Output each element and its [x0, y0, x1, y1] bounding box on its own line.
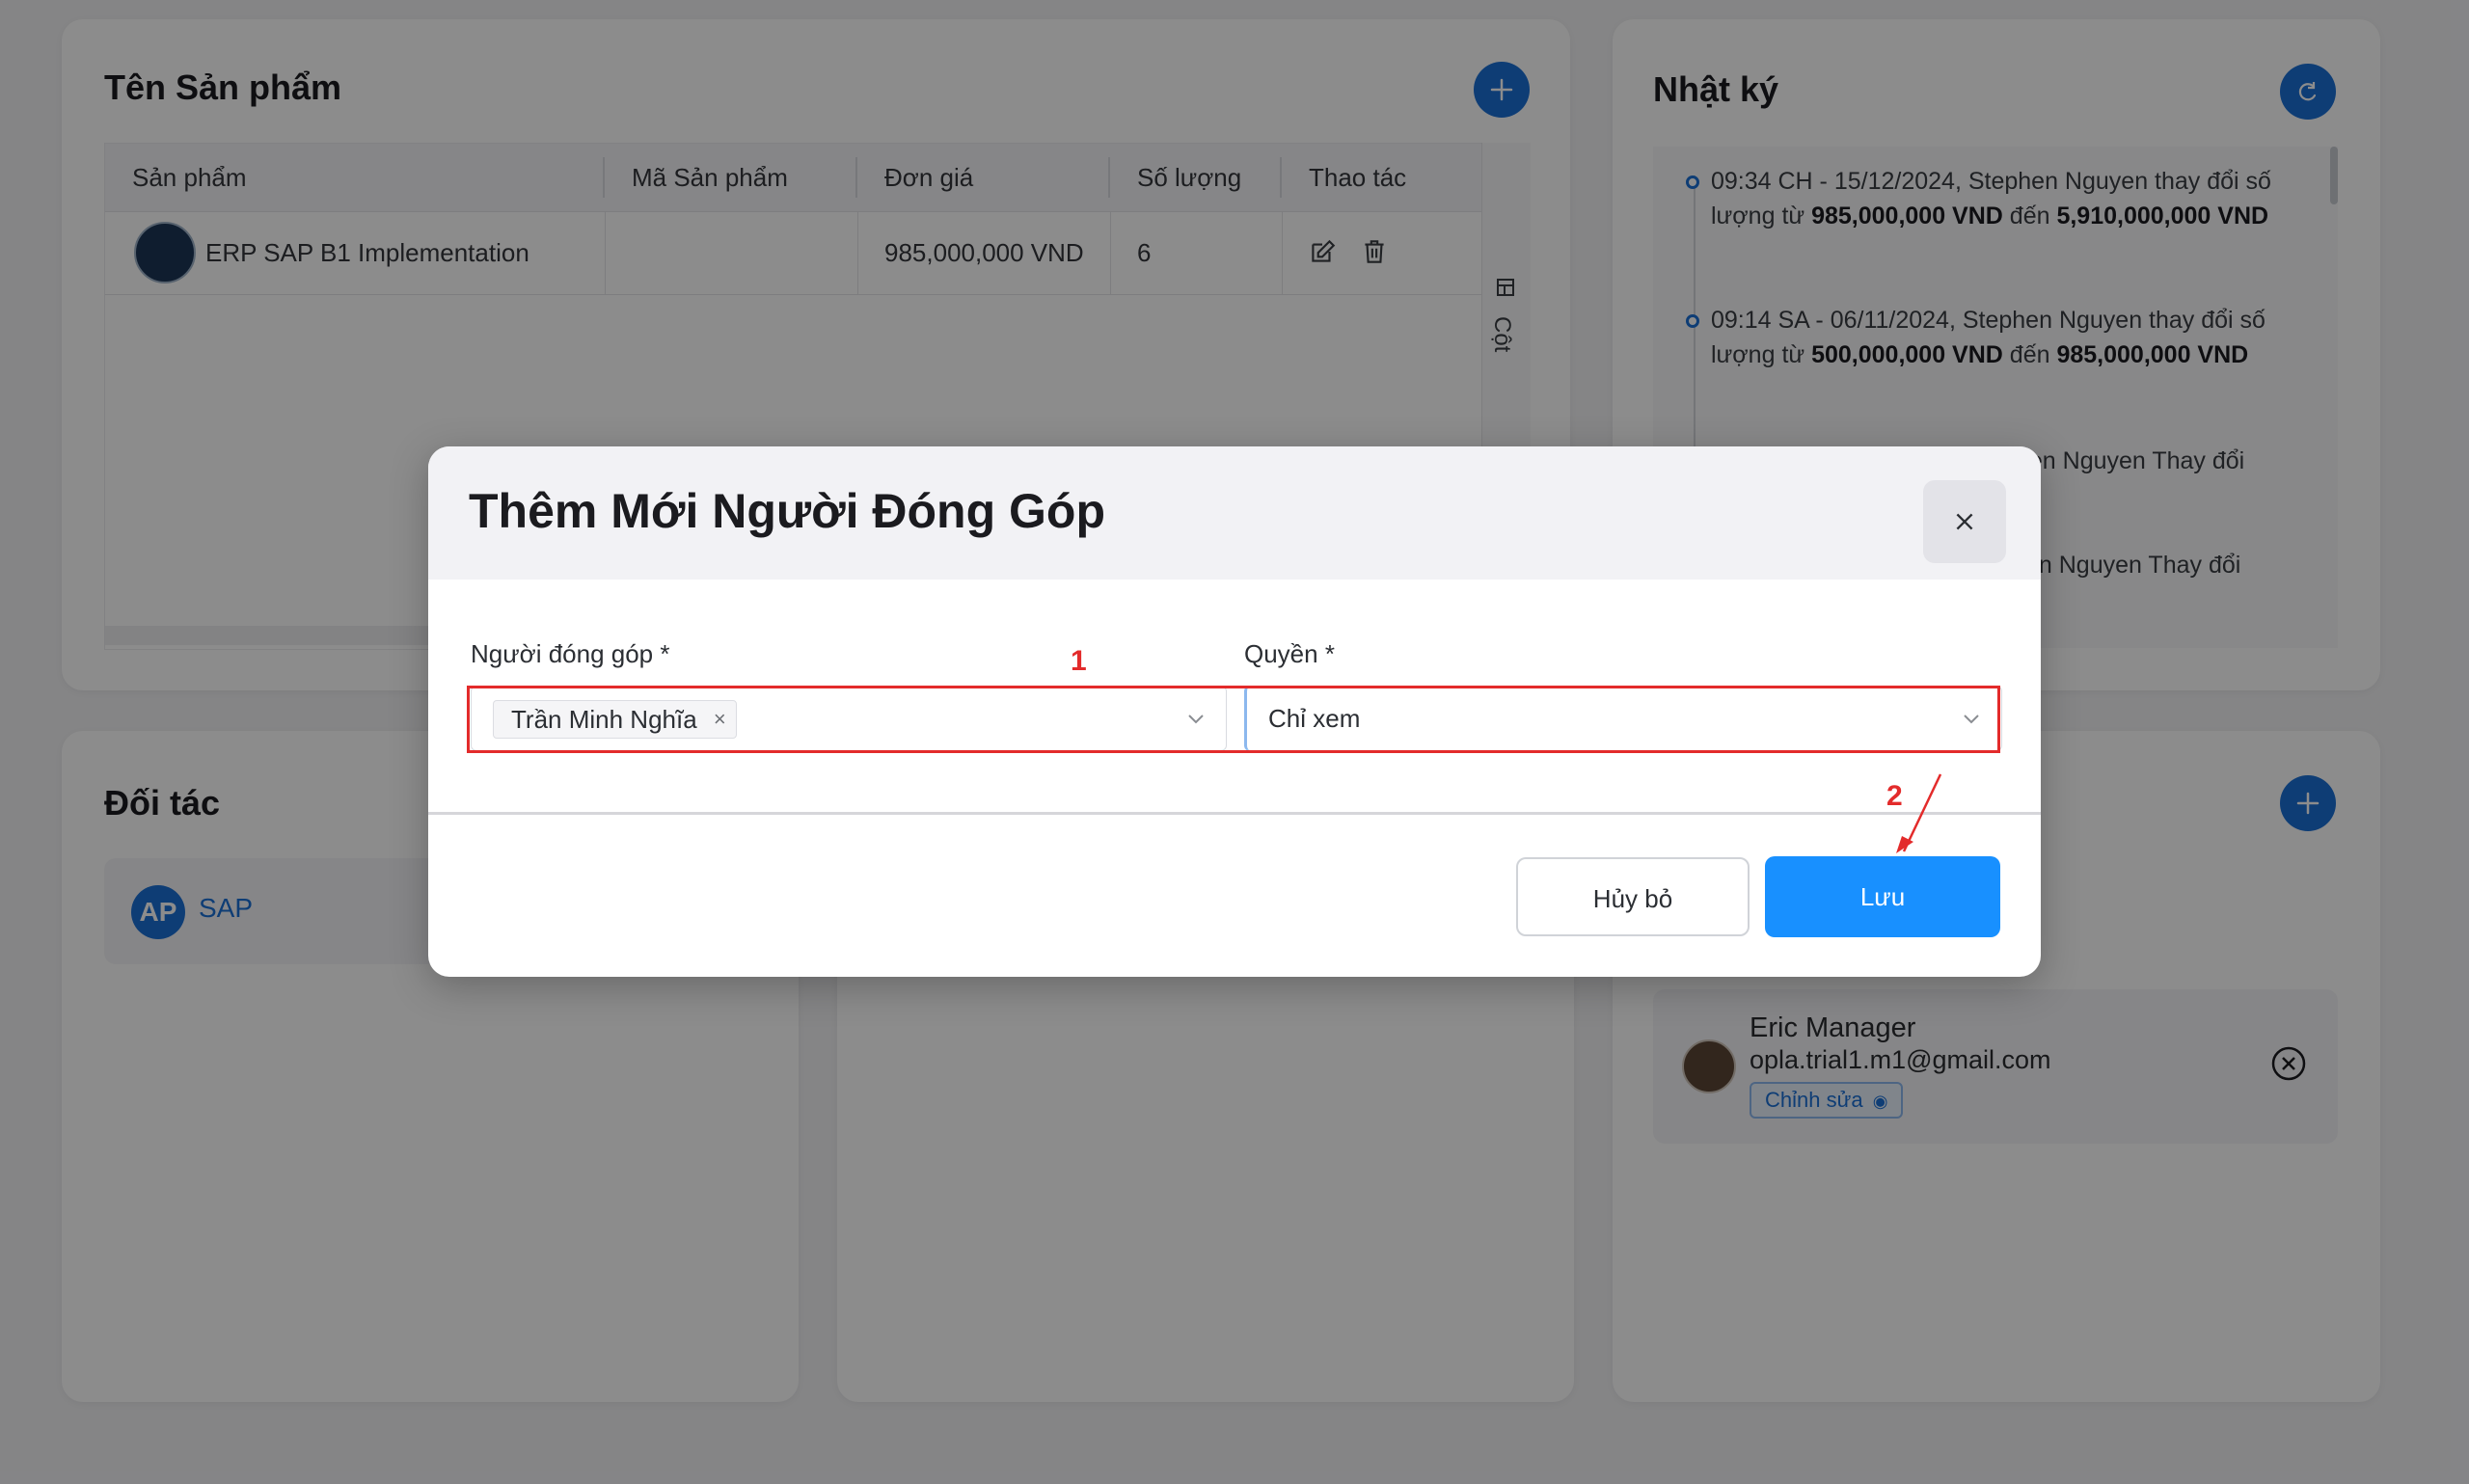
annotation-step-1: 1 — [1071, 645, 1087, 677]
save-button[interactable]: Lưu — [1765, 856, 2000, 937]
add-contributor-dialog: Thêm Mới Người Đóng Góp Người đóng góp *… — [428, 446, 2041, 977]
close-button[interactable] — [1923, 480, 2006, 563]
close-icon — [1956, 513, 1973, 530]
permission-field-label: Quyền * — [1244, 639, 1335, 668]
dialog-divider — [428, 812, 2041, 815]
annotation-highlight-box — [467, 686, 2000, 753]
contributor-field-label: Người đóng góp * — [471, 639, 670, 668]
cancel-button[interactable]: Hủy bỏ — [1516, 857, 1750, 936]
dialog-title: Thêm Mới Người Đóng Góp — [469, 484, 1106, 538]
annotation-arrow — [1896, 773, 1942, 853]
dialog-header: Thêm Mới Người Đóng Góp — [428, 446, 2041, 580]
